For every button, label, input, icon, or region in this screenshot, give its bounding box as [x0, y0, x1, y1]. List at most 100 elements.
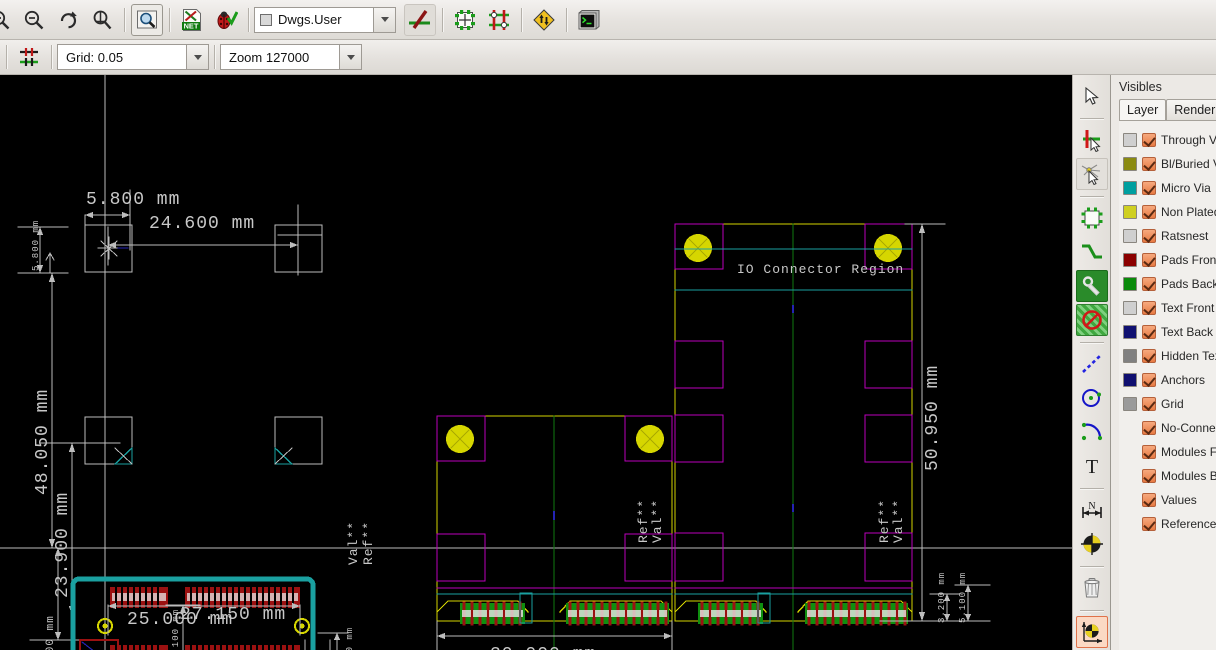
render-item-row[interactable]: No-Connects: [1119, 416, 1216, 440]
redraw-icon[interactable]: [52, 4, 84, 36]
render-item-row[interactable]: Non Plated: [1119, 200, 1216, 224]
render-item-checkbox[interactable]: [1142, 445, 1156, 459]
render-item-checkbox[interactable]: [1142, 493, 1156, 507]
cursor-select-icon[interactable]: [1076, 80, 1108, 112]
render-item-checkbox[interactable]: [1142, 349, 1156, 363]
render-item-color-swatch[interactable]: [1123, 349, 1137, 363]
vtoolbar-separator: [1079, 488, 1104, 489]
visibles-panel-title: Visibles: [1119, 80, 1162, 94]
render-item-row[interactable]: Text Front: [1119, 296, 1216, 320]
render-item-color-swatch[interactable]: [1123, 301, 1137, 315]
render-item-checkbox[interactable]: [1142, 325, 1156, 339]
toolbar-separator: [51, 45, 52, 69]
render-item-label: Pads Back: [1161, 277, 1216, 291]
render-item-checkbox[interactable]: [1142, 397, 1156, 411]
render-item-checkbox[interactable]: [1142, 421, 1156, 435]
render-item-checkbox[interactable]: [1142, 229, 1156, 243]
render-item-color-swatch[interactable]: [1123, 253, 1137, 267]
highcontrast-icon[interactable]: [528, 4, 560, 36]
render-item-label: Ratsnest: [1161, 229, 1209, 243]
zoom-selector[interactable]: Zoom 127000: [220, 44, 340, 70]
render-item-row[interactable]: Anchors: [1119, 368, 1216, 392]
add-text-icon[interactable]: T: [1076, 450, 1108, 482]
render-item-row[interactable]: Modules Front: [1119, 440, 1216, 464]
show-pads-sketch-icon[interactable]: [13, 41, 45, 73]
render-item-row[interactable]: Values: [1119, 488, 1216, 512]
render-item-color-swatch[interactable]: [1123, 325, 1137, 339]
drc-icon[interactable]: [210, 4, 242, 36]
render-item-row[interactable]: Through Vias: [1119, 128, 1216, 152]
track-mode-icon[interactable]: [483, 4, 515, 36]
render-item-row[interactable]: References: [1119, 512, 1216, 536]
render-item-color-swatch[interactable]: [1123, 181, 1137, 195]
render-item-color-swatch[interactable]: [1123, 277, 1137, 291]
render-item-row[interactable]: Pads Front: [1119, 248, 1216, 272]
set-origin-icon[interactable]: [1075, 616, 1108, 648]
add-keepout-icon[interactable]: [1075, 304, 1108, 336]
render-item-checkbox[interactable]: [1142, 181, 1156, 195]
render-item-checkbox[interactable]: [1142, 133, 1156, 147]
dim-30000-horizontal-label: 30.000 mm: [490, 645, 596, 650]
svg-text:NET: NET: [184, 21, 199, 30]
layer-selector[interactable]: Dwgs.User: [254, 6, 374, 33]
render-item-row[interactable]: Text Back: [1119, 320, 1216, 344]
render-item-checkbox[interactable]: [1142, 373, 1156, 387]
zoom-fit-icon[interactable]: [86, 4, 118, 36]
tab-render[interactable]: Render: [1166, 99, 1216, 120]
render-item-checkbox[interactable]: [1142, 517, 1156, 531]
pcb-canvas[interactable]: 5.800 mm 24.600 mm 5.800 mm 48.050 mm 23…: [0, 75, 1072, 650]
render-item-row[interactable]: Bl/Buried Via: [1119, 152, 1216, 176]
render-item-color-swatch[interactable]: [1123, 133, 1137, 147]
grid-selector[interactable]: Grid: 0.05: [57, 44, 187, 70]
tab-layer[interactable]: Layer: [1119, 99, 1167, 120]
render-item-row[interactable]: Hidden Text: [1119, 344, 1216, 368]
add-dimension-icon[interactable]: N: [1076, 494, 1108, 526]
render-item-checkbox[interactable]: [1142, 469, 1156, 483]
layer-selector-arrow[interactable]: [374, 6, 396, 33]
render-item-checkbox[interactable]: [1142, 205, 1156, 219]
render-item-row[interactable]: Pads Back: [1119, 272, 1216, 296]
drawing-tools-toolbar: T N: [1072, 75, 1110, 650]
netlist-icon[interactable]: NET: [176, 4, 208, 36]
dim-27150-horizontal-label: 27.150 mm: [180, 605, 286, 625]
zoom-selector-arrow[interactable]: [340, 44, 362, 70]
render-item-row[interactable]: Modules Back: [1119, 464, 1216, 488]
local-ratsnest-icon[interactable]: [1075, 158, 1108, 190]
add-line-icon[interactable]: [1076, 348, 1108, 380]
add-track-icon[interactable]: [1076, 236, 1108, 268]
toolbar-separator: [214, 45, 215, 69]
track-via-icon[interactable]: [404, 3, 436, 36]
add-zone-icon[interactable]: [1075, 270, 1108, 302]
render-item-checkbox[interactable]: [1142, 301, 1156, 315]
pcb-drawing[interactable]: 5.800 mm 24.600 mm 5.800 mm 48.050 mm 23…: [0, 75, 1072, 650]
render-items-list[interactable]: Through Vias Bl/Buried Via Micro Via Non Pl…: [1119, 120, 1216, 650]
zoom-out-icon[interactable]: [18, 4, 50, 36]
render-item-label: Micro Via: [1161, 181, 1211, 195]
render-item-color-swatch[interactable]: [1123, 157, 1137, 171]
render-item-color-swatch[interactable]: [1123, 397, 1137, 411]
highlight-net-icon[interactable]: [1076, 124, 1108, 156]
render-item-color-swatch[interactable]: [1123, 229, 1137, 243]
render-item-checkbox[interactable]: [1142, 277, 1156, 291]
render-item-checkbox[interactable]: [1142, 157, 1156, 171]
add-circle-icon[interactable]: [1076, 382, 1108, 414]
find-icon[interactable]: [131, 3, 163, 36]
aux-toolbar: Grid: 0.05 Zoom 127000: [0, 40, 1216, 75]
scripting-console-icon[interactable]: [573, 4, 605, 36]
add-arc-icon[interactable]: [1076, 416, 1108, 448]
add-module-icon[interactable]: [1076, 202, 1108, 234]
render-item-color-swatch[interactable]: [1123, 373, 1137, 387]
render-item-row[interactable]: Ratsnest: [1119, 224, 1216, 248]
render-item-color-swatch[interactable]: [1123, 205, 1137, 219]
module-mode-icon[interactable]: [449, 4, 481, 36]
render-item-checkbox[interactable]: [1142, 253, 1156, 267]
zoom-in-icon[interactable]: [0, 4, 16, 36]
dim-3500-vertical-label: 3.500 mm: [45, 615, 57, 650]
grid-selector-arrow[interactable]: [187, 44, 209, 70]
layer-color-swatch: [260, 13, 272, 26]
toolbar-separator: [6, 45, 7, 69]
render-item-row[interactable]: Micro Via: [1119, 176, 1216, 200]
add-target-icon[interactable]: [1076, 528, 1108, 560]
render-item-row[interactable]: Grid: [1119, 392, 1216, 416]
delete-icon[interactable]: [1076, 572, 1108, 604]
